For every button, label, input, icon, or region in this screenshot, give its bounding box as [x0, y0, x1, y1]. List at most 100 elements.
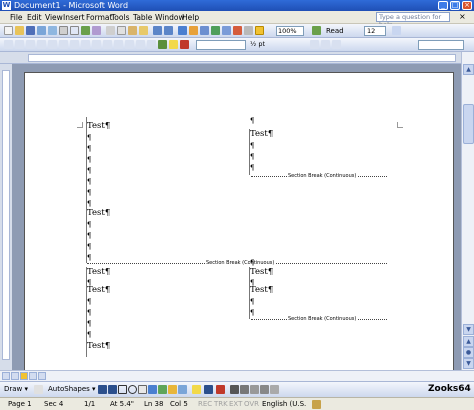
document-map-icon[interactable]: [244, 26, 253, 35]
minimize-button[interactable]: _: [438, 1, 448, 10]
print-layout-icon[interactable]: [20, 372, 28, 380]
border-color-icon[interactable]: [310, 40, 319, 49]
hyperlink-icon[interactable]: [178, 26, 187, 35]
textbox-icon[interactable]: [138, 385, 147, 394]
line-color-icon[interactable]: [204, 385, 213, 394]
underline-icon[interactable]: [48, 40, 57, 49]
arrow-tool-icon[interactable]: [108, 385, 117, 394]
help-icon[interactable]: [312, 26, 321, 35]
web-layout-icon[interactable]: [11, 372, 19, 380]
borders-icon[interactable]: [158, 40, 167, 49]
spelling-status-icon[interactable]: [312, 400, 321, 409]
save-icon[interactable]: [26, 26, 35, 35]
shading-icon[interactable]: [332, 40, 341, 49]
line-style-icon[interactable]: [230, 385, 239, 394]
spelling-icon[interactable]: [81, 26, 90, 35]
draw-menu-button[interactable]: Draw ▾: [4, 385, 28, 393]
scroll-thumb[interactable]: [463, 104, 474, 144]
paste-icon[interactable]: [128, 26, 137, 35]
new-document-icon[interactable]: [4, 26, 13, 35]
line-style-select[interactable]: [196, 40, 246, 50]
arrow-style-icon[interactable]: [250, 385, 259, 394]
zoom-select[interactable]: 100%: [276, 26, 304, 36]
select-objects-icon[interactable]: [34, 385, 43, 394]
line-weight-select[interactable]: ½ pt: [250, 40, 272, 50]
status-trk[interactable]: TRK: [214, 400, 228, 408]
open-folder-icon[interactable]: [15, 26, 24, 35]
next-page-icon[interactable]: ▼: [463, 358, 474, 369]
menu-view[interactable]: View: [45, 13, 63, 22]
autoshapes-button[interactable]: AutoShapes ▾: [48, 385, 96, 393]
shadow-style-icon[interactable]: [260, 385, 269, 394]
menu-help[interactable]: Help: [182, 13, 199, 22]
style-icon[interactable]: [4, 40, 13, 49]
undo-icon[interactable]: [153, 26, 162, 35]
font-icon[interactable]: [15, 40, 24, 49]
status-rec[interactable]: REC: [198, 400, 212, 408]
dash-style-icon[interactable]: [240, 385, 249, 394]
insert-table-icon[interactable]: [200, 26, 209, 35]
outline-view-icon[interactable]: [29, 372, 37, 380]
help-search-input[interactable]: Type a question for help: [376, 12, 450, 29]
vertical-scrollbar[interactable]: ▲ ▼ ▲ ● ▼: [461, 52, 474, 370]
italic-icon[interactable]: [37, 40, 46, 49]
read-button[interactable]: Read: [326, 25, 344, 37]
menu-format[interactable]: Format: [86, 13, 112, 22]
justify-icon[interactable]: [92, 40, 101, 49]
vertical-ruler[interactable]: [0, 64, 12, 370]
numbering-icon[interactable]: [114, 40, 123, 49]
scroll-down-arrow-icon[interactable]: ▼: [463, 324, 474, 335]
status-ext[interactable]: EXT: [229, 400, 242, 408]
rectangle-tool-icon[interactable]: [118, 385, 127, 394]
bullets-icon[interactable]: [125, 40, 134, 49]
align-right-icon[interactable]: [81, 40, 90, 49]
font-color-draw-icon[interactable]: [216, 385, 225, 394]
reading-layout-icon[interactable]: [38, 372, 46, 380]
fill-color-icon[interactable]: [192, 385, 201, 394]
columns-icon[interactable]: [222, 26, 231, 35]
maximize-button[interactable]: □: [450, 1, 460, 10]
tables-borders-icon[interactable]: [189, 26, 198, 35]
toolbar-options-icon[interactable]: [392, 26, 401, 35]
cut-icon[interactable]: [106, 26, 115, 35]
menu-edit[interactable]: Edit: [27, 13, 42, 22]
insert-excel-icon[interactable]: [211, 26, 220, 35]
menu-file[interactable]: File: [10, 13, 23, 22]
align-left-icon[interactable]: [59, 40, 68, 49]
show-hide-pilcrow-icon[interactable]: [255, 26, 264, 35]
border-style-select[interactable]: [418, 40, 464, 50]
diagram-icon[interactable]: [158, 385, 167, 394]
research-icon[interactable]: [92, 26, 101, 35]
previous-page-icon[interactable]: ▲: [463, 336, 474, 347]
outside-border-icon[interactable]: [321, 40, 330, 49]
highlight-icon[interactable]: [169, 40, 178, 49]
scroll-up-arrow-icon[interactable]: ▲: [463, 64, 474, 75]
insert-picture-icon[interactable]: [178, 385, 187, 394]
select-browse-object-icon[interactable]: ●: [463, 347, 474, 358]
menu-window[interactable]: Window: [155, 13, 185, 22]
menu-table[interactable]: Table: [133, 13, 152, 22]
clipart-icon[interactable]: [168, 385, 177, 394]
increase-indent-icon[interactable]: [147, 40, 156, 49]
font-size-select[interactable]: 12: [364, 26, 386, 36]
3d-style-icon[interactable]: [270, 385, 279, 394]
email-icon[interactable]: [48, 26, 57, 35]
redo-icon[interactable]: [164, 26, 173, 35]
menu-tools[interactable]: Tools: [111, 13, 129, 22]
drawing-icon[interactable]: [233, 26, 242, 35]
font-color-icon[interactable]: [180, 40, 189, 49]
format-painter-icon[interactable]: [139, 26, 148, 35]
wordart-icon[interactable]: [148, 385, 157, 394]
permission-icon[interactable]: [37, 26, 46, 35]
copy-icon[interactable]: [117, 26, 126, 35]
print-icon[interactable]: [59, 26, 68, 35]
align-center-icon[interactable]: [70, 40, 79, 49]
close-window-button[interactable]: ×: [462, 1, 472, 10]
horizontal-scrollbar[interactable]: [0, 370, 474, 381]
line-spacing-icon[interactable]: [103, 40, 112, 49]
status-ovr[interactable]: OVR: [244, 400, 259, 408]
decrease-indent-icon[interactable]: [136, 40, 145, 49]
menu-insert[interactable]: Insert: [63, 13, 85, 22]
close-document-icon[interactable]: ×: [459, 12, 466, 21]
print-preview-icon[interactable]: [70, 26, 79, 35]
